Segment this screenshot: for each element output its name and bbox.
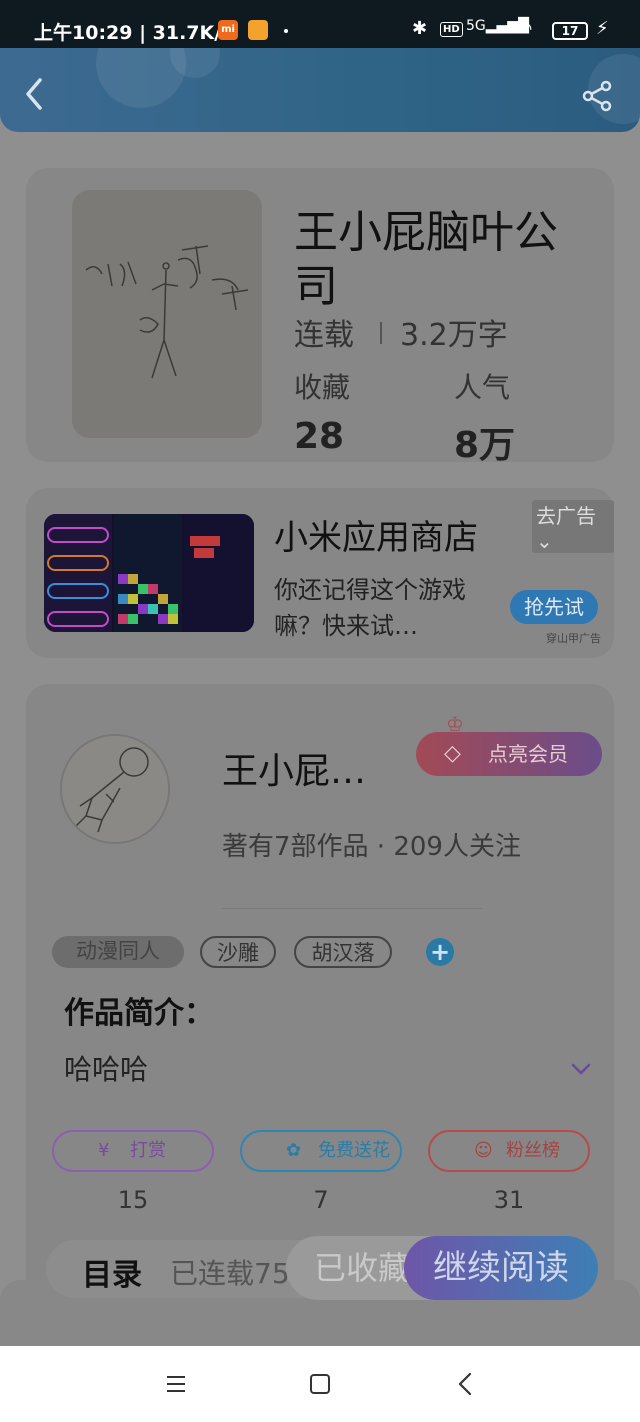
intro-text: 哈哈哈 — [64, 1053, 149, 1086]
ad-card[interactable]: 小米应用商店 你还记得这个游戏嘛？快来试… 去广告 ⌄ 抢先试 穿山甲广告 — [26, 488, 614, 658]
author-stats: 著有7部作品 · 209人关注 — [222, 832, 521, 862]
tip-button[interactable]: ¥ 打赏 — [52, 1130, 214, 1172]
hd-icon: HD — [440, 22, 463, 37]
fans-count: 31 — [493, 1186, 525, 1214]
back-icon — [458, 1372, 472, 1396]
menu-icon — [167, 1376, 185, 1392]
favorites-label: 收藏 — [294, 371, 351, 404]
ad-image[interactable] — [44, 514, 254, 632]
share-icon — [582, 80, 612, 112]
mi-app-icon: mi — [218, 20, 238, 40]
fans-icon: ☺ — [474, 1140, 493, 1161]
chevron-down-icon — [571, 1063, 591, 1075]
book-info-card: 王小屁脑叶公司 连载 3.2万字 收藏 人气 28 8万 — [26, 168, 614, 466]
fans-ranking-label: 粉丝榜 — [506, 1140, 560, 1161]
author-name[interactable]: 王小屁… — [222, 742, 366, 794]
meta-divider — [380, 322, 382, 344]
tag-category[interactable]: 动漫同人 — [52, 936, 184, 968]
game-screenshot-image — [44, 514, 254, 632]
chevron-down-icon: ⌄ — [536, 529, 553, 553]
remove-ad-label: 去广告 — [536, 504, 596, 528]
divider — [222, 908, 482, 909]
cover-sketch-image — [72, 190, 262, 438]
send-flower-label: 免费送花 — [318, 1140, 390, 1161]
favorites-value: 28 — [294, 416, 345, 457]
popularity-label: 人气 — [454, 371, 511, 404]
diamond-icon: ◇ — [444, 741, 461, 766]
ad-title: 小米应用商店 — [274, 518, 478, 558]
author-avatar[interactable] — [60, 734, 170, 844]
intro-label: 作品简介： — [64, 996, 214, 1031]
back-arrow-icon — [26, 78, 42, 110]
flower-icon: ✿ — [286, 1140, 302, 1161]
back-button[interactable] — [20, 76, 50, 112]
yen-icon: ¥ — [98, 1140, 110, 1161]
continue-reading-button[interactable]: 继续阅读 — [404, 1236, 598, 1300]
notification-app-icon — [248, 20, 268, 40]
share-button[interactable] — [580, 78, 616, 114]
tip-count: 15 — [117, 1186, 149, 1214]
more-notifications-icon — [284, 29, 288, 33]
status-bar: 上午10:29 | 31.7K/s mi ✱ HD 5G▂▄▆█ ◠ 17 ⚡ — [0, 0, 640, 48]
book-title: 王小屁脑叶公司 — [294, 207, 558, 312]
popularity-value: 8万 — [454, 425, 516, 466]
wifi-icon: ◠ — [515, 16, 533, 40]
vip-label: 点亮会员 — [488, 742, 568, 766]
ad-description: 你还记得这个游戏嘛？快来试… — [274, 576, 466, 640]
toc-status: 已连载75 — [170, 1257, 290, 1290]
charging-icon: ⚡ — [596, 18, 609, 39]
home-square-icon — [310, 1374, 330, 1394]
toc-label: 目录 — [82, 1258, 142, 1293]
home-button[interactable] — [306, 1370, 334, 1398]
battery-icon: 17 — [552, 22, 588, 40]
plus-icon: + — [429, 938, 451, 966]
header-bar — [0, 48, 640, 132]
remove-ad-button[interactable]: 去广告 ⌄ — [532, 500, 614, 553]
vip-button[interactable]: ◇ 点亮会员 — [416, 732, 602, 776]
avatar-sketch-image — [62, 736, 168, 842]
send-flower-button[interactable]: ✿ 免费送花 — [240, 1130, 402, 1172]
system-back-button[interactable] — [452, 1370, 480, 1398]
book-cover[interactable] — [72, 190, 262, 438]
system-nav-bar — [0, 1346, 640, 1422]
ad-cta-button[interactable]: 抢先试 — [510, 590, 598, 624]
bluetooth-icon: ✱ — [412, 18, 428, 39]
network-label: 5G — [466, 18, 486, 34]
tag-item[interactable]: 胡汉落 — [294, 936, 392, 968]
flower-count: 7 — [313, 1186, 329, 1214]
add-tag-button[interactable]: + — [426, 938, 454, 966]
expand-intro-button[interactable] — [570, 1058, 592, 1080]
word-count: 3.2万字 — [400, 318, 508, 353]
serial-status: 连载 — [294, 318, 354, 353]
ad-source-label: 穿山甲广告 — [546, 632, 601, 645]
menu-button[interactable] — [162, 1370, 190, 1398]
tip-label: 打赏 — [130, 1140, 166, 1161]
fans-ranking-button[interactable]: ☺ 粉丝榜 — [428, 1130, 590, 1172]
status-time: 上午10:29 | 31.7K/s — [34, 22, 233, 44]
tag-item[interactable]: 沙雕 — [200, 936, 276, 968]
